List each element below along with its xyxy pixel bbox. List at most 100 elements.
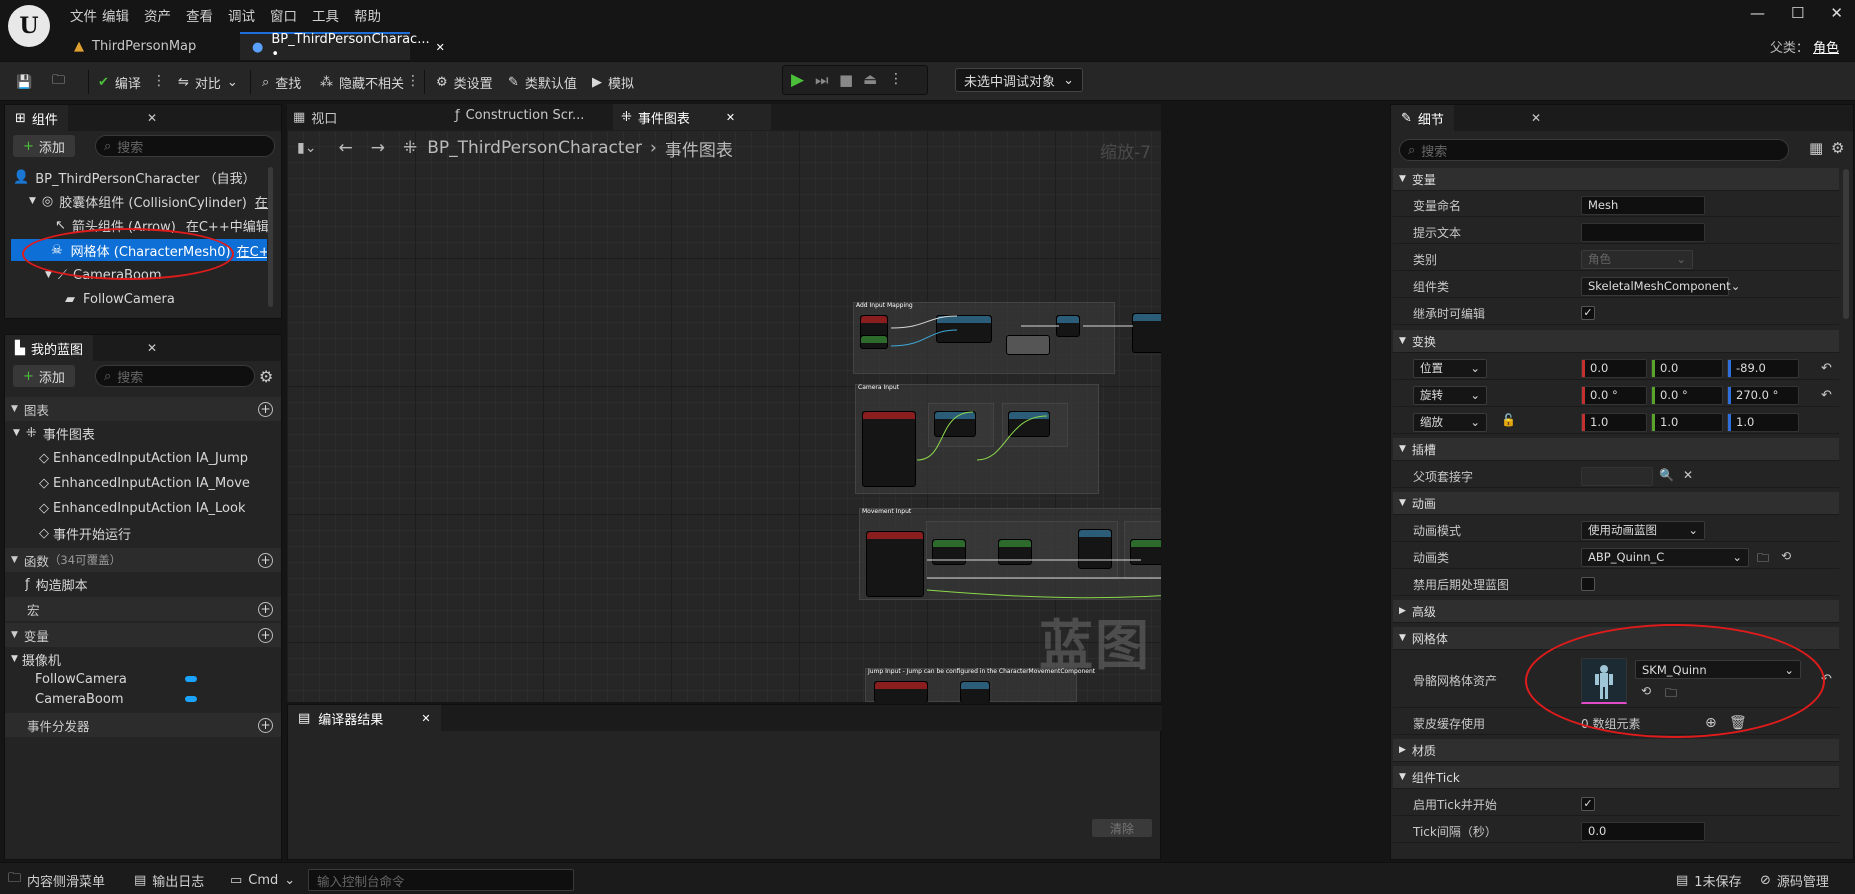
details-search-input[interactable]: ⌕ 搜索 [1399, 139, 1789, 161]
lock-icon[interactable]: 🔓 [1501, 413, 1516, 427]
event-ia-look[interactable]: ◇ EnhancedInputAction IA_Look [39, 498, 245, 518]
section-macros[interactable]: 宏 + [5, 597, 281, 621]
add-macro-icon[interactable]: + [258, 601, 273, 617]
location-x-input[interactable]: 0.0 [1581, 358, 1647, 378]
bookmark-icon[interactable]: ▮⌄ [297, 140, 316, 156]
add-component-button[interactable]: + 添加 [13, 135, 75, 157]
tree-item-event-graph[interactable]: ▼ ⁜ 事件图表 [13, 423, 95, 443]
unsaved-button[interactable]: ▤ 1未保存 [1676, 869, 1742, 891]
play-options-icon[interactable]: ⋮ [889, 71, 903, 87]
location-z-input[interactable]: -89.0 [1727, 358, 1799, 378]
play-icon[interactable]: ▶ [791, 70, 804, 90]
category-socket[interactable]: ▼ 插槽 [1393, 438, 1839, 461]
section-graphs[interactable]: ▼ 图表 + [5, 397, 281, 421]
maximize-icon[interactable]: ☐ [1791, 4, 1804, 22]
parent-socket-input[interactable] [1581, 466, 1653, 486]
class-defaults-button[interactable]: ✎ 类默认值 [508, 70, 577, 94]
menu-help[interactable]: 帮助 [354, 5, 381, 25]
tree-item-capsule[interactable]: ▼ ◎ 胶囊体组件 (CollisionCylinder) 在C [29, 191, 269, 211]
compile-button[interactable]: ✔ 编译 [98, 70, 141, 94]
tab-compiler-results[interactable]: ▤ 编译器结果 ✕ [288, 705, 441, 731]
menu-edit[interactable]: 编辑 [102, 5, 129, 25]
debug-object-select[interactable]: 未选中调试对象 ⌄ [955, 68, 1083, 92]
console-command-input[interactable]: 输入控制台命令 [308, 869, 574, 891]
scale-x-input[interactable]: 1.0 [1581, 412, 1647, 432]
var-category-camera[interactable]: ▼ 摄像机 [11, 649, 61, 669]
reset-arrow-icon[interactable]: ↶ [1821, 388, 1832, 403]
table-view-icon[interactable]: ▦ [1809, 139, 1823, 157]
clear-button[interactable]: 清除 [1091, 819, 1152, 837]
add-dispatcher-icon[interactable]: + [258, 717, 273, 733]
tab-event-graph[interactable]: ⁜ 事件图表 ✕ [613, 104, 771, 130]
add-function-icon[interactable]: + [258, 552, 273, 568]
close-window-icon[interactable]: ✕ [1830, 4, 1843, 22]
variable-name-input[interactable]: Mesh [1581, 195, 1705, 215]
breadcrumb-event-graph[interactable]: 事件图表 [665, 136, 733, 161]
hide-options-icon[interactable]: ⋮ [406, 71, 420, 91]
class-settings-button[interactable]: ⚙ 类设置 [436, 70, 493, 94]
category-transform[interactable]: ▼ 变换 [1393, 330, 1839, 353]
diff-button[interactable]: ⇋ 对比 ⌄ [178, 70, 238, 94]
tab-my-blueprint[interactable]: ▙ 我的蓝图 [5, 335, 94, 361]
browse-socket-icon[interactable]: 🔍 [1659, 468, 1674, 482]
close-tab-icon[interactable]: ✕ [421, 712, 430, 725]
parent-class-link[interactable]: 角色 [1813, 41, 1839, 56]
scale-mode-dropdown[interactable]: 缩放 ⌄ [1413, 412, 1487, 432]
section-functions[interactable]: ▼ 函数 （34可覆盖） + [5, 548, 281, 572]
content-drawer-button[interactable]: 🗀 内容侧滑菜单 [8, 869, 105, 891]
rotation-y-input[interactable]: 0.0 ° [1651, 385, 1723, 405]
close-tab-icon[interactable]: ✕ [436, 41, 445, 54]
eject-icon[interactable]: ⏏ [863, 70, 877, 88]
breadcrumb-blueprint[interactable]: BP_ThirdPersonCharacter [427, 138, 642, 158]
menu-window[interactable]: 窗口 [270, 5, 297, 25]
close-panel-icon[interactable]: ✕ [1531, 111, 1541, 125]
anim-class-dropdown[interactable]: ABP_Quinn_C ⌄ [1581, 547, 1749, 567]
category-advanced[interactable]: ▶ 高级 [1393, 600, 1839, 623]
editable-checkbox[interactable]: ✓ [1581, 306, 1595, 320]
close-tab-icon[interactable]: ✕ [726, 111, 735, 124]
category-component-tick[interactable]: ▼ 组件Tick [1393, 766, 1839, 789]
details-scrollbar[interactable] [1843, 169, 1849, 319]
construction-script-item[interactable]: ƒ 构造脚本 [25, 574, 88, 594]
var-cameraboom[interactable]: CameraBoom [35, 689, 275, 709]
find-button[interactable]: ⌕ 查找 [262, 70, 301, 94]
tick-interval-input[interactable]: 0.0 [1581, 821, 1705, 841]
save-button[interactable]: 💾 [16, 70, 32, 94]
tree-item-followcamera[interactable]: ▰ FollowCamera [65, 289, 265, 309]
rotation-x-input[interactable]: 0.0 ° [1581, 385, 1647, 405]
section-event-dispatchers[interactable]: 事件分发器 + [5, 713, 281, 737]
location-mode-dropdown[interactable]: 位置 ⌄ [1413, 358, 1487, 378]
category-material[interactable]: ▶ 材质 [1393, 739, 1839, 762]
category-variable[interactable]: ▼ 变量 [1393, 168, 1839, 191]
tab-details[interactable]: ✎ 细节 [1391, 105, 1454, 131]
stop-icon[interactable]: ■ [839, 71, 853, 89]
components-search-input[interactable]: ⌕ 搜索 [95, 135, 275, 157]
menu-debug[interactable]: 调试 [228, 5, 255, 25]
var-followcamera[interactable]: FollowCamera [35, 669, 275, 689]
tab-components[interactable]: ⊞ 组件 [5, 105, 68, 131]
tab-bp-thirdpersoncharacter[interactable]: ● BP_ThirdPersonCharac... • ✕ [240, 32, 445, 62]
step-icon[interactable]: ⏭ [815, 71, 829, 89]
scale-y-input[interactable]: 1.0 [1651, 412, 1723, 432]
tick-start-checkbox[interactable]: ✓ [1581, 797, 1595, 811]
hide-unrelated-button[interactable]: ⁂ 隐藏不相关 [320, 70, 404, 94]
add-variable-icon[interactable]: + [258, 627, 273, 643]
component-class-dropdown[interactable]: SkeletalMeshComponent ⌄ [1581, 276, 1740, 296]
menu-tools[interactable]: 工具 [312, 5, 339, 25]
gear-icon[interactable]: ⚙ [259, 367, 273, 386]
close-panel-icon[interactable]: ✕ [147, 111, 157, 125]
minimize-icon[interactable]: — [1750, 4, 1765, 22]
scrollbar[interactable] [268, 167, 273, 307]
cmd-dropdown[interactable]: ▭ Cmd ⌄ [230, 869, 295, 891]
event-begin-play[interactable]: ◇ 事件开始运行 [39, 523, 131, 543]
forward-arrow-icon[interactable]: → [371, 138, 385, 158]
add-graph-icon[interactable]: + [258, 401, 273, 417]
section-variables[interactable]: ▼ 变量 + [5, 623, 281, 647]
category-dropdown[interactable]: 角色 ⌄ [1581, 249, 1693, 269]
tab-viewport[interactable]: ▦ 视口 [293, 108, 337, 127]
event-ia-jump[interactable]: ◇ EnhancedInputAction IA_Jump [39, 448, 248, 468]
tab-thirdpersonmap[interactable]: ▲ ThirdPersonMap [62, 32, 237, 60]
tree-item-self[interactable]: 👤 BP_ThirdPersonCharacter （自我） [13, 167, 273, 187]
tooltip-input[interactable] [1581, 222, 1705, 242]
menu-assets[interactable]: 资产 [144, 5, 171, 25]
